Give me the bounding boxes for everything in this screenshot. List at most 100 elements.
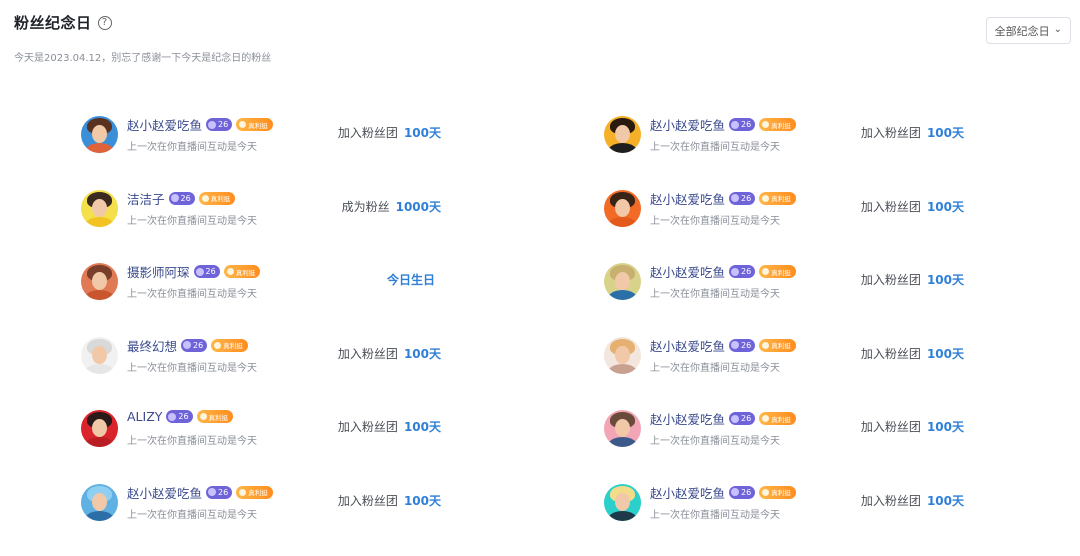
heart-icon — [762, 415, 770, 423]
avatar[interactable] — [81, 410, 118, 448]
fan-level: 26 — [741, 120, 752, 129]
gem-icon — [170, 194, 179, 203]
anniversary-status: 加入粉丝团 100天 — [861, 418, 964, 435]
anniversary-days: 100天 — [403, 420, 441, 435]
fan-club-tag: 真利挺 — [248, 489, 268, 498]
fan-name[interactable]: 洁洁子 — [127, 189, 165, 208]
avatar[interactable] — [604, 483, 641, 521]
anniversary-status: 加入粉丝团 100天 — [861, 271, 964, 288]
anniversary-days: 1000天 — [395, 199, 441, 214]
avatar[interactable] — [604, 336, 641, 374]
fan-club-tag: 真利挺 — [771, 342, 791, 351]
fan-name[interactable]: 赵小赵爱吃鱼 — [127, 115, 202, 134]
fan-last-interaction: 上一次在你直播间互动是今天 — [127, 215, 257, 227]
anniversary-status: 成为粉丝 1000天 — [342, 198, 441, 215]
anniversary-days: 100天 — [403, 493, 441, 508]
fan-level-badge: 26 — [206, 485, 233, 499]
fan-club-tag: 真利挺 — [210, 195, 231, 204]
fan-row[interactable]: 赵小赵爱吃鱼 26 真利挺 上一次在你直播间互动是今天 加入粉丝团 100天 — [604, 259, 984, 333]
anniversary-type: 加入粉丝团 — [860, 126, 921, 140]
gem-icon — [208, 488, 217, 497]
fan-level: 26 — [218, 487, 229, 497]
heart-icon — [226, 268, 234, 276]
avatar[interactable] — [81, 116, 118, 153]
fan-club-badge: 真利挺 — [759, 191, 796, 205]
fan-club-tag: 真利挺 — [771, 195, 791, 204]
avatar[interactable] — [604, 189, 641, 227]
fan-level: 26 — [193, 340, 204, 350]
fan-row[interactable]: 最终幻想 26 真利挺 上一次在你直播间互动是今天 加入粉丝团 100天 — [81, 333, 461, 407]
avatar[interactable] — [604, 410, 641, 448]
heart-icon — [199, 413, 207, 421]
avatar[interactable] — [81, 189, 118, 227]
fan-row[interactable]: 赵小赵爱吃鱼 26 真利挺 上一次在你直播间互动是今天 加入粉丝团 100天 — [604, 333, 984, 407]
anniversary-days: 100天 — [403, 126, 441, 140]
fan-level-badge: 26 — [168, 191, 195, 205]
fan-level: 26 — [180, 193, 191, 203]
fan-last-interaction: 上一次在你直播间互动是今天 — [650, 436, 780, 448]
fan-name-line: 洁洁子 26 真利挺 — [127, 189, 236, 208]
anniversary-type: 加入粉丝团 — [337, 346, 398, 361]
fan-row[interactable]: 赵小赵爱吃鱼 26 真利挺 上一次在你直播间互动是今天 加入粉丝团 100天 — [81, 112, 461, 186]
fan-name[interactable]: 赵小赵爱吃鱼 — [650, 189, 725, 208]
avatar[interactable] — [81, 263, 118, 301]
avatar[interactable] — [81, 336, 118, 374]
fan-name[interactable]: 赵小赵爱吃鱼 — [650, 483, 725, 502]
fan-name[interactable]: 赵小赵爱吃鱼 — [650, 336, 725, 355]
fan-row[interactable]: 赵小赵爱吃鱼 26 真利挺 上一次在你直播间互动是今天 加入粉丝团 100天 — [81, 480, 461, 554]
fan-row[interactable]: 赵小赵爱吃鱼 26 真利挺 上一次在你直播间互动是今天 加入粉丝团 100天 — [604, 186, 984, 260]
fan-row[interactable]: 赵小赵爱吃鱼 26 真利挺 上一次在你直播间互动是今天 加入粉丝团 100天 — [604, 406, 984, 480]
fan-name[interactable]: 赵小赵爱吃鱼 — [127, 483, 202, 502]
heart-icon — [762, 488, 770, 496]
fan-row[interactable]: 赵小赵爱吃鱼 26 真利挺 上一次在你直播间互动是今天 加入粉丝团 100天 — [604, 112, 984, 186]
fan-level: 26 — [218, 120, 229, 129]
fan-name[interactable]: 赵小赵爱吃鱼 — [650, 115, 725, 134]
fan-row[interactable]: ALIZY 26 真利挺 上一次在你直播间互动是今天 加入粉丝团 100天 — [81, 406, 461, 480]
anniversary-days: 100天 — [926, 346, 964, 361]
fan-name[interactable]: 摄影师阿琛 — [127, 262, 190, 281]
fan-name[interactable]: 赵小赵爱吃鱼 — [650, 262, 725, 281]
anniversary-type: 加入粉丝团 — [337, 493, 398, 508]
anniversary-type: 加入粉丝团 — [860, 199, 921, 214]
fan-level-badge: 26 — [206, 118, 233, 131]
anniversary-status: 今日生日 — [387, 271, 441, 288]
anniversary-type: 加入粉丝团 — [860, 273, 921, 288]
fan-column-left: 赵小赵爱吃鱼 26 真利挺 上一次在你直播间互动是今天 加入粉丝团 100天 洁洁子 26 真利… — [81, 112, 461, 554]
fan-club-badge: 真利挺 — [198, 191, 236, 205]
fan-row[interactable]: 洁洁子 26 真利挺上一次在你直播间互动是今天 成为粉丝 1000天 — [81, 186, 461, 260]
heart-icon — [214, 341, 222, 349]
avatar[interactable] — [604, 263, 641, 301]
fan-club-tag: 真利挺 — [235, 268, 256, 277]
fan-name-line: 赵小赵爱吃鱼 26 真利挺 — [650, 483, 796, 502]
fan-level: 26 — [741, 487, 752, 497]
avatar[interactable] — [604, 116, 641, 153]
anniversary-days: 100天 — [926, 420, 964, 435]
fan-name[interactable]: ALIZY — [127, 409, 162, 424]
fan-name-line: ALIZY 26 真利挺 — [127, 409, 234, 424]
anniversary-status: 加入粉丝团 100天 — [861, 198, 964, 215]
anniversary-status: 加入粉丝团 100天 — [861, 124, 964, 141]
heart-icon — [762, 268, 770, 276]
fan-club-badge: 真利挺 — [211, 338, 248, 352]
anniversary-status: 加入粉丝团 100天 — [338, 124, 441, 141]
heart-icon — [762, 194, 770, 202]
fan-name-line: 赵小赵爱吃鱼 26 真利挺 — [650, 262, 796, 281]
gem-icon — [731, 414, 740, 423]
avatar[interactable] — [81, 483, 118, 521]
anniversary-days: 100天 — [926, 126, 964, 140]
heart-icon — [201, 194, 209, 202]
anniversary-status: 加入粉丝团 100天 — [338, 418, 441, 435]
fan-club-tag: 真利挺 — [223, 342, 243, 351]
fan-level-badge: 26 — [729, 118, 756, 131]
fan-name[interactable]: 赵小赵爱吃鱼 — [650, 409, 725, 428]
fan-row[interactable]: 赵小赵爱吃鱼 26 真利挺 上一次在你直播间互动是今天 加入粉丝团 100天 — [604, 480, 984, 554]
anniversary-type: 今日生日 — [386, 273, 435, 288]
fan-row[interactable]: 摄影师阿琛 26 真利挺 上一次在你直播间互动是今天 今日生日 — [81, 259, 461, 333]
anniversary-type: 加入粉丝团 — [337, 126, 398, 140]
fan-name[interactable]: 最终幻想 — [127, 336, 177, 355]
anniversary-days: 100天 — [926, 493, 964, 508]
heart-icon — [239, 121, 247, 128]
fan-level-badge: 26 — [729, 485, 756, 499]
fan-name-line: 赵小赵爱吃鱼 26 真利挺 — [127, 115, 273, 134]
fan-club-tag: 真利挺 — [771, 268, 791, 277]
